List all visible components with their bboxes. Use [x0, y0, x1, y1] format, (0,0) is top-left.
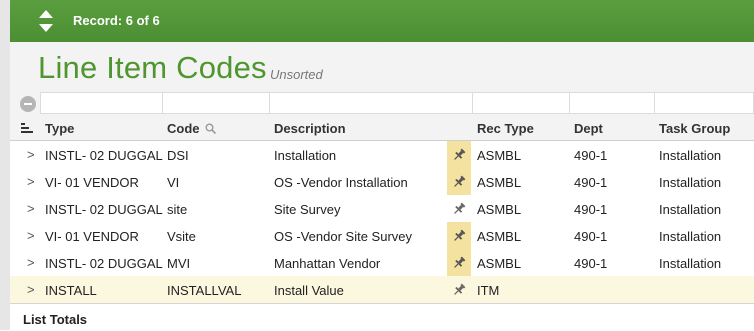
column-header-dept[interactable]: Dept — [574, 121, 603, 136]
cell-description: OS -Vendor Site Survey — [274, 229, 413, 244]
list-icon[interactable] — [21, 123, 33, 133]
pushpin-icon[interactable] — [447, 222, 471, 249]
cell-type: VI- 01 VENDOR — [45, 229, 139, 244]
cell-type: VI- 01 VENDOR — [45, 175, 139, 190]
cell-rec-type: ITM — [477, 283, 500, 298]
cell-dept: 490-1 — [574, 175, 608, 190]
up-down-arrows-icon[interactable] — [38, 9, 54, 33]
page-header: Line Item Codes Unsorted — [10, 42, 754, 90]
cell-code: Vsite — [167, 229, 196, 244]
table-row[interactable]: > INSTL- 02 DUGGAL DSI Installation ASMB… — [10, 141, 754, 169]
cell-rec-type: ASMBL — [477, 256, 522, 271]
pushpin-icon[interactable] — [447, 276, 471, 303]
column-header-description[interactable]: Description — [274, 121, 346, 136]
chevron-right-icon[interactable]: > — [27, 228, 35, 243]
table-row[interactable]: > VI- 01 VENDOR Vsite OS -Vendor Site Su… — [10, 222, 754, 250]
cell-type: INSTL- 02 DUGGAL — [45, 256, 163, 271]
column-header-type[interactable]: Type — [45, 121, 74, 136]
cell-description: Site Survey — [274, 202, 341, 217]
cell-code: VI — [167, 175, 180, 190]
pushpin-icon[interactable] — [447, 141, 471, 168]
cell-task-group: Installation — [659, 229, 722, 244]
table-row-selected[interactable]: > INSTALL INSTALLVAL Install Value ITM — [10, 276, 754, 304]
record-toolbar: Record: 6 of 6 — [10, 0, 754, 43]
cell-rec-type: ASMBL — [477, 229, 522, 244]
filter-dept-input[interactable] — [569, 92, 655, 114]
cell-description: OS -Vendor Installation — [274, 175, 408, 190]
chevron-right-icon[interactable]: > — [27, 255, 35, 270]
sort-status: Unsorted — [270, 67, 323, 82]
table-row[interactable]: > INSTL- 02 DUGGAL MVI Manhattan Vendor … — [10, 249, 754, 277]
record-counter: Record: 6 of 6 — [73, 13, 160, 28]
table-row[interactable]: > VI- 01 VENDOR VI OS -Vendor Installati… — [10, 168, 754, 196]
cell-dept: 490-1 — [574, 148, 608, 163]
cell-description: Installation — [274, 148, 337, 163]
cell-type: INSTL- 02 DUGGAL — [45, 202, 163, 217]
pushpin-icon[interactable] — [447, 168, 471, 195]
cell-task-group: Installation — [659, 175, 722, 190]
cell-task-group: Installation — [659, 256, 722, 271]
cell-dept: 490-1 — [574, 202, 608, 217]
column-header-task-group[interactable]: Task Group — [659, 121, 730, 136]
cell-dept: 490-1 — [574, 256, 608, 271]
chevron-right-icon[interactable]: > — [27, 282, 35, 297]
cell-rec-type: ASMBL — [477, 175, 522, 190]
cell-type: INSTL- 02 DUGGAL — [45, 148, 163, 163]
table-row[interactable]: > INSTL- 02 DUGGAL site Site Survey ASMB… — [10, 195, 754, 223]
list-totals-label: List Totals — [23, 312, 88, 327]
chevron-right-icon[interactable]: > — [27, 201, 35, 216]
chevron-right-icon[interactable]: > — [27, 174, 35, 189]
cell-code: MVI — [167, 256, 191, 271]
page-title: Line Item Codes — [38, 50, 267, 85]
cell-description: Manhattan Vendor — [274, 256, 381, 271]
cell-description: Install Value — [274, 283, 344, 298]
column-header-code[interactable]: Code — [167, 121, 200, 136]
filter-type-input[interactable] — [40, 92, 163, 114]
filter-task-group-input[interactable] — [654, 92, 754, 114]
pushpin-icon[interactable] — [447, 195, 471, 222]
filter-description-input[interactable] — [269, 92, 473, 114]
cell-task-group: Installation — [659, 148, 722, 163]
list-totals-bar: List Totals — [10, 303, 754, 331]
magnifier-icon[interactable] — [205, 123, 216, 134]
column-header-row: Type Code Description Rec Type Dept Task… — [10, 116, 754, 141]
filter-rec-type-input[interactable] — [472, 92, 570, 114]
cell-dept: 490-1 — [574, 229, 608, 244]
cell-code: site — [167, 202, 188, 217]
filter-row — [10, 90, 754, 116]
cell-code: INSTALLVAL — [167, 283, 242, 298]
cell-rec-type: ASMBL — [477, 148, 522, 163]
minus-circle-icon[interactable] — [20, 96, 36, 112]
cell-code: DSI — [167, 148, 189, 163]
cell-rec-type: ASMBL — [477, 202, 522, 217]
chevron-right-icon[interactable]: > — [27, 147, 35, 162]
pushpin-icon[interactable] — [447, 249, 471, 276]
left-gutter — [0, 0, 10, 330]
cell-type: INSTALL — [45, 283, 97, 298]
column-header-rec-type[interactable]: Rec Type — [477, 121, 534, 136]
cell-task-group: Installation — [659, 202, 722, 217]
filter-code-input[interactable] — [162, 92, 270, 114]
